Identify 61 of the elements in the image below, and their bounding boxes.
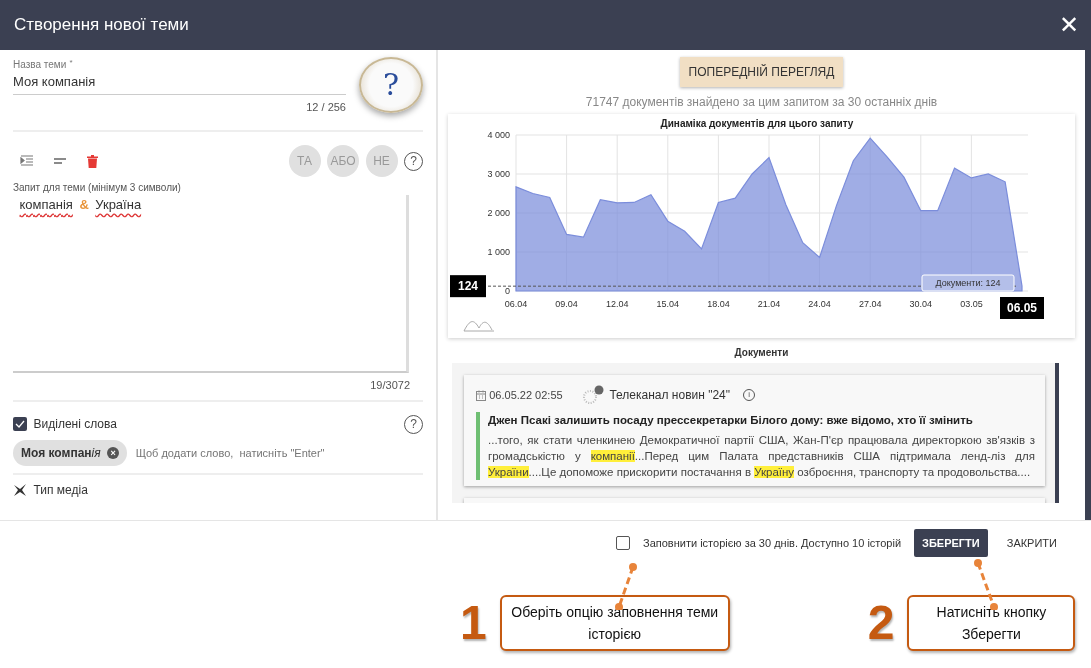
satellite-dish-icon: [13, 483, 27, 497]
checkbox[interactable]: [616, 536, 631, 550]
close-button[interactable]: ЗАКРИТИ: [1000, 533, 1063, 553]
axis-label: 27.04: [858, 299, 882, 310]
date-marker: 06.05: [1000, 297, 1044, 320]
results-summary: 71747 документів знайдено за цим запитом за 30 останніх днів: [584, 94, 939, 111]
query-operator: &: [79, 197, 89, 213]
value-marker: 124: [450, 275, 486, 298]
align-left-icon[interactable]: [53, 157, 67, 165]
required-mark: *: [69, 56, 73, 69]
axis-label: 0: [505, 286, 510, 297]
axis-label: 15.04: [656, 299, 680, 310]
indent-icon[interactable]: [19, 154, 34, 168]
field-label: Запит для теми (мінімум 3 символи): [13, 181, 182, 196]
query-term: компанія: [19, 197, 73, 213]
chart-type-icon: [463, 321, 495, 332]
preview-button[interactable]: ПОПЕРЕДНІЙ ПЕРЕГЛЯД: [679, 56, 844, 87]
axis-label: 12.04: [605, 299, 629, 310]
callout-box: Оберіть опцію заповнення теми історією: [499, 595, 730, 651]
step-number: 1: [460, 599, 487, 647]
help-image-button[interactable]: ?: [359, 56, 423, 113]
chart-title: Динаміка документів для цього запиту: [660, 118, 854, 130]
axis-label: 2 000: [487, 208, 510, 219]
axis-label: 18.04: [707, 299, 730, 310]
axis-label: 06.04: [504, 299, 528, 310]
axis-label: 30.04: [909, 299, 933, 310]
axis-label: 03.05: [960, 299, 983, 310]
axis-label: 21.04: [757, 299, 781, 310]
axis-label: 1 000: [487, 247, 510, 258]
axis-label: 3 000: [487, 169, 510, 180]
axis-label: 09.04: [555, 299, 578, 310]
document-card[interactable]: [464, 375, 1045, 486]
x-tick-label: 06.05: [1006, 301, 1038, 316]
input-field[interactable]: Щоб додати слово, натисніть "Enter": [133, 443, 423, 463]
axis-label: 4 000: [487, 130, 510, 141]
character-counter: 12 / 256: [305, 99, 346, 115]
save-button[interactable]: ЗБЕРЕГТИ: [914, 528, 988, 558]
axis-label: 24.04: [808, 299, 831, 310]
field-label: Назва теми: [13, 57, 67, 72]
step-number: 2: [867, 599, 895, 647]
input-field[interactable]: Моя компанія: [13, 71, 346, 96]
document-date: 06.05.22 02:55: [489, 387, 563, 403]
character-counter: 19/3072: [369, 377, 410, 393]
query-term: Україна: [95, 197, 142, 213]
delete-icon[interactable]: [86, 154, 98, 168]
chart-tooltip: Документи: 124: [921, 274, 1015, 292]
checkbox-label: Виділені слова: [33, 416, 117, 433]
document-headline[interactable]: Джен Псакі залишить посаду прессекретарки Білого дому: вже відомо, хто її змінить: [488, 411, 1035, 429]
callout-box: Натисніть кнопку Зберегти: [907, 595, 1076, 651]
checkbox[interactable]: [13, 417, 27, 431]
calendar-icon: [476, 389, 486, 401]
window-title: Створення нової теми: [14, 14, 189, 37]
close-button[interactable]: ✕: [1059, 13, 1079, 37]
section-title: Документи: [733, 345, 790, 360]
word-chip[interactable]: Моя компанія ×: [13, 440, 128, 466]
leader-line: [615, 563, 637, 610]
checkbox-label: Заповнити історією за 30 днів. Доступно 10 історій: [643, 535, 902, 551]
source-name: Телеканал новин "24": [609, 387, 731, 404]
remove-icon[interactable]: ×: [107, 447, 120, 459]
section-label[interactable]: Тип медіа: [33, 481, 88, 499]
query-editor[interactable]: компанія & Україна: [13, 195, 409, 374]
